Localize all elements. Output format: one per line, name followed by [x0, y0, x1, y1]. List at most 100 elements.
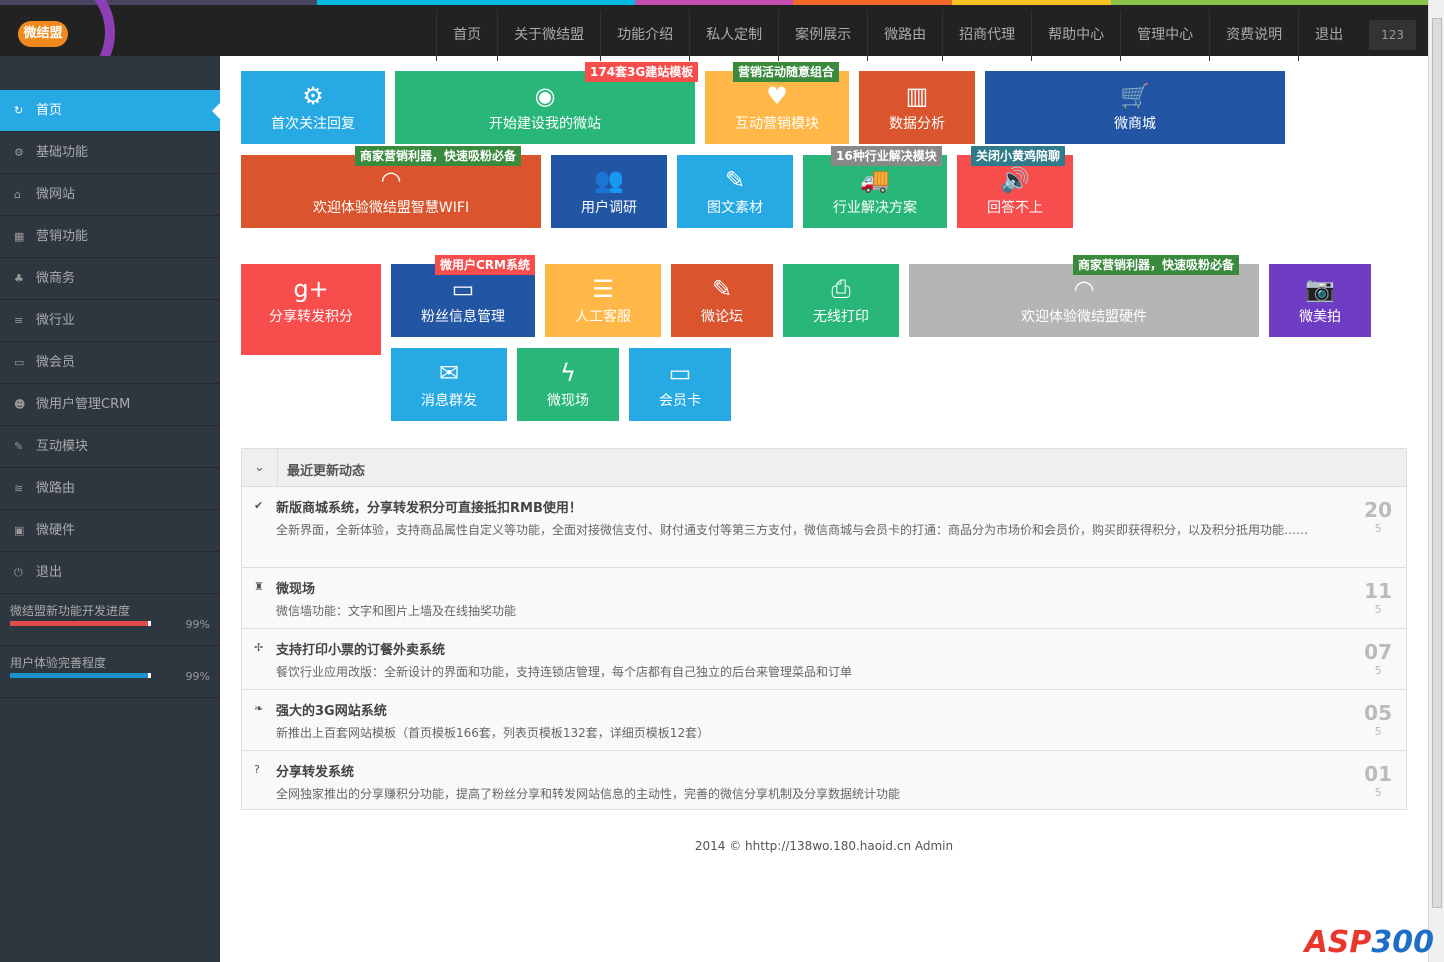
scrollbar[interactable]: [1428, 0, 1444, 962]
nav-item[interactable]: 功能介绍: [600, 10, 689, 61]
tile-icon: ◉: [534, 82, 556, 110]
panel-header[interactable]: ⌄ 最近更新动态: [242, 449, 1406, 487]
sidebar-icon: ▦: [14, 230, 25, 243]
update-item[interactable]: ❧ 强大的3G网站系统 新推出上百套网站模板（首页模板166套，列表页模板132套，…: [242, 690, 1406, 751]
nav-item[interactable]: 案例展示: [778, 10, 867, 61]
sidebar-item[interactable]: ▣ 微硬件: [0, 510, 220, 552]
sidebar: ↻ 首页 ⚙ 基础功能 ⌂ 微网站 ▦ 营销功能 ♣ 微商务 ≡ 微行业 ▭ 微会员 ☻ 微用户管理CRM ✎ 互…: [0, 56, 220, 962]
sidebar-item-label: 基础功能: [36, 145, 89, 160]
date-day: 05: [1364, 701, 1392, 725]
tile-17[interactable]: 📷 微美拍: [1269, 264, 1371, 337]
nav-item[interactable]: 招商代理: [942, 10, 1031, 61]
update-date: 07 5: [1364, 641, 1392, 678]
sidebar-icon: ⚙: [14, 146, 24, 159]
sidebar-item-label: 微网站: [36, 187, 76, 202]
tile-13[interactable]: ☰ 人工客服: [545, 264, 661, 337]
nav-item[interactable]: 退出: [1298, 10, 1359, 61]
sidebar-icon: ≡: [14, 314, 24, 327]
update-item[interactable]: ? 分享转发系统 全网独家推出的分享赚积分功能，提高了粉丝分享和转发网站信息的主动性…: [242, 751, 1406, 812]
nav-item[interactable]: 首页: [436, 10, 497, 61]
tile-19[interactable]: ϟ 微现场: [517, 348, 619, 421]
tile-15[interactable]: ⎙ 无线打印: [783, 264, 899, 337]
chevron-down-icon[interactable]: ⌄: [242, 449, 278, 486]
update-item[interactable]: ✔ 新版商城系统，分享转发积分可直接抵扣RMB使用！ 全新界面，全新体验，支持商品属…: [242, 487, 1406, 568]
sidebar-item[interactable]: ⚙ 基础功能: [0, 132, 220, 174]
date-month: 5: [1374, 725, 1382, 738]
sidebar-item[interactable]: ☻ 微用户管理CRM: [0, 384, 220, 426]
nav-item[interactable]: 资费说明: [1209, 10, 1298, 61]
tile-7[interactable]: 👥 用户调研: [551, 155, 667, 228]
tile-8[interactable]: ✎ 图文素材: [677, 155, 793, 228]
top-header: 微结盟 首页 关于微结盟 功能介绍 私人定制 案例展示 微路由 招商代理 帮助中心 管理中心 资费…: [0, 0, 1428, 100]
sidebar-item-label: 微行业: [36, 313, 76, 328]
tile-badge: 微用户CRM系统: [435, 255, 535, 275]
progress-value: 99%: [185, 618, 210, 631]
sidebar-item[interactable]: ≡ 微行业: [0, 300, 220, 342]
sidebar-icon: ≋: [14, 482, 24, 495]
update-desc: 餐饮行业应用改版：全新设计的界面和功能，支持连锁店管理，每个店都有自己独立的后台…: [276, 665, 853, 679]
sidebar-item-label: 微会员: [36, 355, 76, 370]
nav-item[interactable]: 私人定制: [689, 10, 778, 61]
tile-badge: 商家营销利器，快速吸粉必备: [355, 146, 522, 166]
tile-4[interactable]: ▥ 数据分析: [859, 71, 975, 144]
nav-item[interactable]: 帮助中心: [1031, 10, 1120, 61]
sidebar-item-label: 互动模块: [36, 439, 89, 454]
update-title[interactable]: 微现场: [276, 578, 1326, 597]
update-item[interactable]: ♜ 微现场 微信墙功能：文字和图片上墙及在线抽奖功能 11 5: [242, 568, 1406, 629]
sidebar-item-label: 首页: [36, 103, 63, 118]
update-date: 20 5: [1364, 499, 1392, 536]
tile-label: 人工客服: [575, 309, 631, 325]
tile-1[interactable]: ⚙ 首次关注回复: [241, 71, 385, 144]
tile-badge: 商家营销利器，快速吸粉必备: [1073, 255, 1240, 275]
scrollbar-thumb[interactable]: [1432, 18, 1442, 908]
logo[interactable]: 微结盟: [18, 21, 68, 47]
tile-icon: ◠: [1073, 275, 1095, 303]
sidebar-item-label: 营销功能: [36, 229, 89, 244]
nav-badge[interactable]: 123: [1369, 20, 1416, 50]
update-icon: ♜: [254, 580, 264, 593]
sidebar-item[interactable]: ▦ 营销功能: [0, 216, 220, 258]
tile-14[interactable]: ✎ 微论坛: [671, 264, 773, 337]
sidebar-item[interactable]: ⏻ 退出: [0, 552, 220, 594]
update-title[interactable]: 强大的3G网站系统: [276, 700, 1326, 719]
update-title[interactable]: 分享转发系统: [276, 761, 1326, 780]
sidebar-item[interactable]: ↻ 首页: [0, 90, 220, 132]
date-day: 20: [1364, 498, 1392, 522]
sidebar-item[interactable]: ≋ 微路由: [0, 468, 220, 510]
progress-block: 用户体验完善程度 99%: [0, 646, 220, 698]
update-item[interactable]: ✢ 支持打印小票的订餐外卖系统 餐饮行业应用改版：全新设计的界面和功能，支持连锁店管…: [242, 629, 1406, 690]
progress-value: 99%: [185, 670, 210, 683]
nav-item[interactable]: 管理中心: [1120, 10, 1209, 61]
tile-icon: 🚚: [860, 166, 890, 194]
tile-label: 会员卡: [659, 393, 701, 409]
tile-label: 微美拍: [1299, 309, 1341, 325]
date-month: 5: [1374, 786, 1382, 799]
tile-5[interactable]: 🛒 微商城: [985, 71, 1285, 144]
progress-label: 微结盟新功能开发进度: [10, 604, 131, 618]
sidebar-icon: ↻: [14, 104, 24, 117]
tile-icon: ♥: [766, 82, 788, 110]
tile-label: 互动营销模块: [735, 116, 819, 132]
watermark-logo: ASP300: [1304, 925, 1434, 960]
tile-icon: ▥: [905, 82, 929, 110]
progress-label: 用户体验完善程度: [10, 656, 107, 670]
sidebar-item[interactable]: ✎ 互动模块: [0, 426, 220, 468]
tile-20[interactable]: ▭ 会员卡: [629, 348, 731, 421]
tile-11[interactable]: g+ 分享转发积分: [241, 264, 381, 355]
updates-panel: ⌄ 最近更新动态 ✔ 新版商城系统，分享转发积分可直接抵扣RMB使用！ 全新界面，全…: [241, 448, 1407, 810]
update-title[interactable]: 支持打印小票的订餐外卖系统: [276, 639, 1326, 658]
tile-icon: ϟ: [560, 359, 576, 387]
sidebar-icon: ♣: [14, 272, 24, 285]
tile-label: 无线打印: [813, 309, 869, 325]
progress-bar: [10, 673, 151, 678]
panel-title: 最近更新动态: [287, 464, 366, 479]
sidebar-item[interactable]: ♣ 微商务: [0, 258, 220, 300]
sidebar-item[interactable]: ⌂ 微网站: [0, 174, 220, 216]
tile-icon: 🛒: [1120, 82, 1150, 110]
nav-item[interactable]: 关于微结盟: [497, 10, 600, 61]
tile-18[interactable]: ✉ 消息群发: [391, 348, 507, 421]
update-title[interactable]: 新版商城系统，分享转发积分可直接抵扣RMB使用！: [276, 497, 1326, 516]
sidebar-icon: ✎: [14, 440, 24, 453]
sidebar-item[interactable]: ▭ 微会员: [0, 342, 220, 384]
nav-item[interactable]: 微路由: [867, 10, 942, 61]
